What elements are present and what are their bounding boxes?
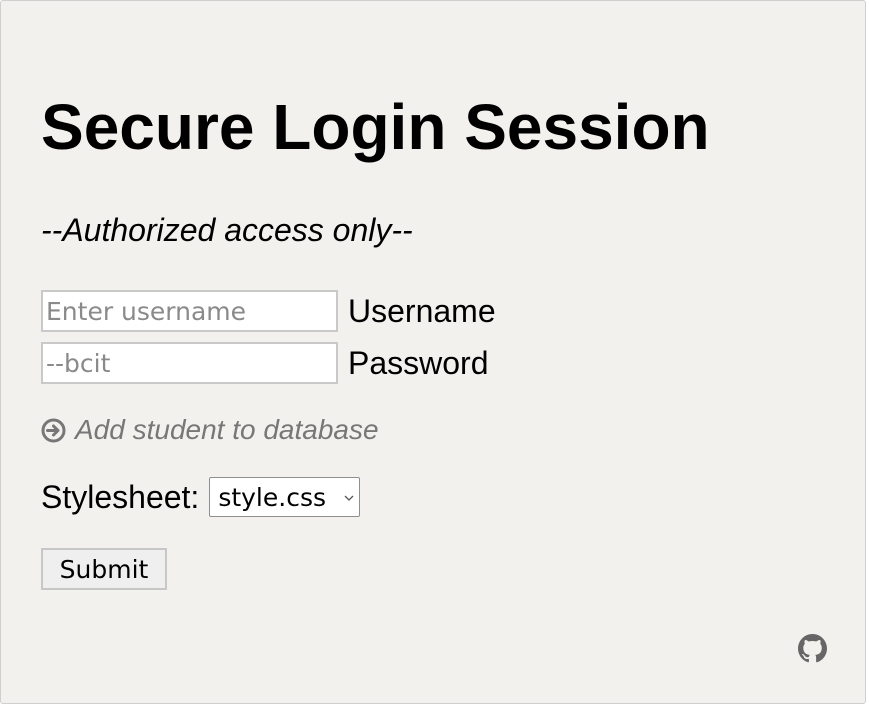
- username-row: Username: [41, 290, 496, 332]
- page-subtitle: --Authorized access only--: [41, 212, 413, 248]
- chevron-down-icon: [344, 495, 354, 501]
- username-input[interactable]: [41, 290, 338, 332]
- github-icon: [798, 634, 827, 663]
- stylesheet-selected-value: style.css: [218, 482, 327, 512]
- add-student-link[interactable]: Add student to database: [41, 413, 379, 447]
- circle-arrow-right-icon: [41, 418, 66, 443]
- login-panel: Secure Login Session --Authorized access…: [0, 0, 866, 704]
- github-link[interactable]: [798, 634, 827, 663]
- stylesheet-select[interactable]: style.css: [209, 477, 361, 517]
- page-title: Secure Login Session: [41, 91, 710, 163]
- add-student-label: Add student to database: [75, 414, 379, 445]
- stylesheet-row: Stylesheet: style.css: [41, 477, 361, 517]
- password-row: Password: [41, 342, 489, 384]
- stylesheet-label: Stylesheet:: [41, 479, 200, 515]
- username-label: Username: [348, 293, 496, 329]
- password-input[interactable]: [41, 342, 338, 384]
- submit-button[interactable]: Submit: [41, 548, 167, 590]
- password-label: Password: [348, 345, 489, 381]
